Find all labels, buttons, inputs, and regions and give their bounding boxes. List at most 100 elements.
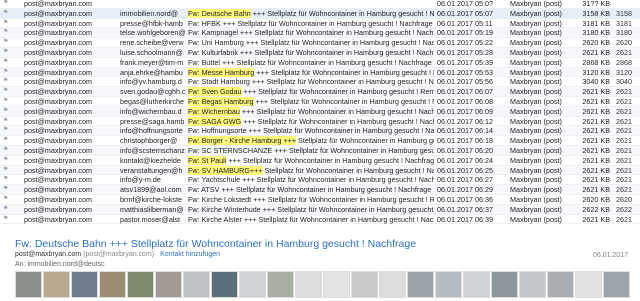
size-trailing: 2621 — [616, 185, 632, 195]
size-trailing: 2621 — [616, 146, 632, 155]
flag-icon[interactable]: ⚑ — [3, 68, 11, 78]
flag-icon[interactable]: ⚑ — [3, 107, 11, 117]
subject: Fw: HFBK +++ Stellplatz für Wohncontaine… — [188, 19, 434, 29]
attachment-thumbnail[interactable] — [575, 271, 602, 298]
message-row[interactable]: ⚑ post@maxbryan.com info@scsternschanz Fw: … — [0, 146, 640, 156]
message-row[interactable]: ⚑ post@maxbryan.com sven.godau@cghh.c Fw: S… — [0, 87, 640, 97]
message-row[interactable]: ⚑ post@maxbryan.com anja.ehrke@hambu Fw: Me… — [0, 67, 640, 78]
size-trailing: 2621 — [616, 87, 632, 97]
account: Maxbryan (post) — [510, 8, 562, 18]
message-row[interactable]: ⚑ post@maxbryan.com matthiaslilberman@ Fw: … — [0, 204, 640, 215]
flag-icon[interactable]: ⚑ — [3, 195, 11, 205]
flag-icon[interactable]: ⚑ — [3, 9, 11, 19]
message-row[interactable]: ⚑ post@maxbryan.com christophborger@ Fw: Bo… — [0, 136, 640, 146]
flag-icon[interactable]: ⚑ — [3, 215, 11, 225]
subject: Fw: Stadt Hamburg +++ Stellplatz für Woh… — [188, 77, 434, 87]
attachment-thumbnail[interactable] — [435, 271, 462, 298]
flag-icon[interactable]: ⚑ — [3, 136, 11, 146]
message-row[interactable]: ⚑ post@maxbryan.com presse@saga.hamb Fw: SA… — [0, 116, 640, 127]
attachment-thumbnail[interactable] — [379, 271, 406, 298]
message-row[interactable]: ⚑ post@maxbryan.com begas@lutherkirche Fw: … — [0, 97, 640, 107]
subject-text: Stellplatz für Wohncontainer in Hamburg … — [264, 165, 434, 175]
sender-email[interactable]: post@maxbryan.com — [15, 251, 81, 258]
flag-icon[interactable]: ⚑ — [3, 77, 11, 87]
message-row[interactable]: ⚑ post@maxbryan.com info@hoffnungsorte Fw: … — [0, 126, 640, 137]
flag-icon[interactable]: ⚑ — [3, 38, 11, 48]
attachment-thumbnail[interactable] — [407, 271, 434, 298]
message-row[interactable]: ⚑ post@maxbryan.com veranstaltungen@h Fw: S… — [0, 165, 640, 176]
flag-icon[interactable]: ⚑ — [3, 126, 11, 136]
flag-icon[interactable]: ⚑ — [3, 19, 11, 29]
account: Maxbryan (post) — [510, 185, 562, 195]
sender: post@maxbryan.com — [24, 57, 93, 67]
attachment-thumbnail[interactable] — [323, 271, 350, 298]
attachment-thumbnail[interactable] — [351, 271, 378, 298]
message-row[interactable]: ⚑ post@maxbryan.com luise.schoolmann@ Fw: K… — [0, 48, 640, 58]
flag-icon[interactable]: ⚑ — [3, 87, 11, 97]
message-row[interactable]: ⚑ post@maxbryan.com presse@hfbk-hamb Fw: HF… — [0, 19, 640, 29]
message-row[interactable]: ⚑ post@maxbryan.com pastor.moser@alst Fw: K… — [0, 215, 640, 225]
flag-icon[interactable]: ⚑ — [3, 97, 11, 107]
size-trailing: 2620 — [616, 195, 632, 204]
size-trailing: 2621 — [616, 48, 632, 57]
message-row[interactable]: ⚑ post@maxbryan.com 06.01.2017 05:0? Maxbry… — [0, 0, 640, 9]
message-row[interactable]: ⚑ post@maxbryan.com rene.scheibe@verw Fw: U… — [0, 38, 640, 48]
size: 31?? KB — [582, 0, 610, 8]
subject: Fw: Borger - Kirche Hamburg +++ Stellpla… — [188, 136, 434, 146]
message-row[interactable]: ⚑ post@maxbryan.com brmf@kirche-lokste Fw: … — [0, 195, 640, 205]
subject-text: +++ Stellplatz für Wohncontainer in Hamb… — [252, 8, 434, 18]
sender: post@maxbryan.com — [24, 195, 93, 204]
attachment-thumbnail[interactable] — [603, 271, 630, 298]
account: Maxbryan (post) — [510, 155, 562, 165]
message-row[interactable]: ⚑ post@maxbryan.com telse.wohlgeboren@ Fw: … — [0, 28, 640, 39]
account: Maxbryan (post) — [510, 57, 562, 67]
subject-highlight: Fw: SV HAMBURG+++ — [188, 165, 263, 175]
attachment-thumbnail[interactable] — [519, 271, 546, 298]
attachment-thumbnail[interactable] — [15, 271, 42, 298]
message-row[interactable]: ⚑ post@maxbryan.com info@wichernbau.d Fw: W… — [0, 106, 640, 117]
flag-icon[interactable]: ⚑ — [3, 175, 11, 185]
sender: post@maxbryan.com — [24, 126, 93, 136]
attachment-thumbnail[interactable] — [43, 271, 70, 298]
recipient: presse@hfbk-hamb — [120, 18, 183, 28]
message-row[interactable]: ⚑ post@maxbryan.com kontakt@kiezhelde Fw: S… — [0, 155, 640, 166]
attachment-thumbnail[interactable] — [155, 271, 182, 298]
attachment-thumbnail[interactable] — [183, 271, 210, 298]
flag-icon[interactable]: ⚑ — [3, 146, 11, 156]
attachment-thumbnail[interactable] — [547, 271, 574, 298]
flag-icon[interactable]: ⚑ — [3, 0, 11, 9]
message-row[interactable]: ⚑ post@maxbryan.com info@y-m.de Fw: Yachtsc… — [0, 175, 640, 186]
attachment-thumbnail[interactable] — [463, 271, 490, 298]
subject-text: Fw: Uni Hamburg +++ Stellplatz für Wohnc… — [188, 38, 434, 48]
flag-icon[interactable]: ⚑ — [3, 48, 11, 58]
flag-icon[interactable]: ⚑ — [3, 205, 11, 215]
size-trailing: 2621 — [616, 136, 632, 146]
subject-text: Fw: Stadt Hamburg +++ Stellplatz für Woh… — [188, 77, 434, 87]
flag-icon[interactable]: ⚑ — [3, 185, 11, 195]
attachment-thumbnail[interactable] — [71, 271, 98, 298]
flag-icon[interactable]: ⚑ — [3, 156, 11, 166]
account: Maxbryan (post) — [510, 214, 562, 224]
attachment-thumbnail[interactable] — [491, 271, 518, 298]
message-row[interactable]: ⚑ post@maxbryan.com atsv1899@aol.com Fw: AT… — [0, 185, 640, 195]
flag-icon[interactable]: ⚑ — [3, 58, 11, 68]
attachment-thumbnail[interactable] — [127, 271, 154, 298]
size-trailing: 2621 — [616, 165, 632, 175]
message-row[interactable]: ⚑ post@maxbryan.com info@yv.hamburg.d Fw: S… — [0, 77, 640, 88]
size-trailing: 3180 — [616, 28, 632, 38]
flag-icon[interactable]: ⚑ — [3, 166, 11, 176]
message-row[interactable]: ⚑ post@maxbryan.com frank.meyer@tim-m Fw: B… — [0, 58, 640, 68]
subject: Fw: Uni Hamburg +++ Stellplatz für Wohnc… — [188, 38, 434, 48]
add-contact-link[interactable]: Kontakt hinzufügen — [160, 251, 220, 258]
attachment-thumbnail[interactable] — [99, 271, 126, 298]
flag-icon[interactable]: ⚑ — [3, 28, 11, 38]
attachment-thumbnail[interactable] — [239, 271, 266, 298]
flag-icon[interactable]: ⚑ — [3, 117, 11, 127]
attachment-thumbnail[interactable] — [211, 271, 238, 298]
message-row[interactable]: ⚑ post@maxbryan.com immobilien.nord@ Fw: De… — [0, 8, 640, 19]
attachment-thumbnail[interactable] — [267, 271, 294, 298]
attachment-thumbnail[interactable] — [295, 271, 322, 298]
subject: Fw: Kirche Winterhude +++ Stellplatz für… — [188, 205, 434, 215]
sender: post@maxbryan.com — [24, 38, 93, 48]
recipient: kontakt@kiezhelde — [120, 155, 181, 165]
